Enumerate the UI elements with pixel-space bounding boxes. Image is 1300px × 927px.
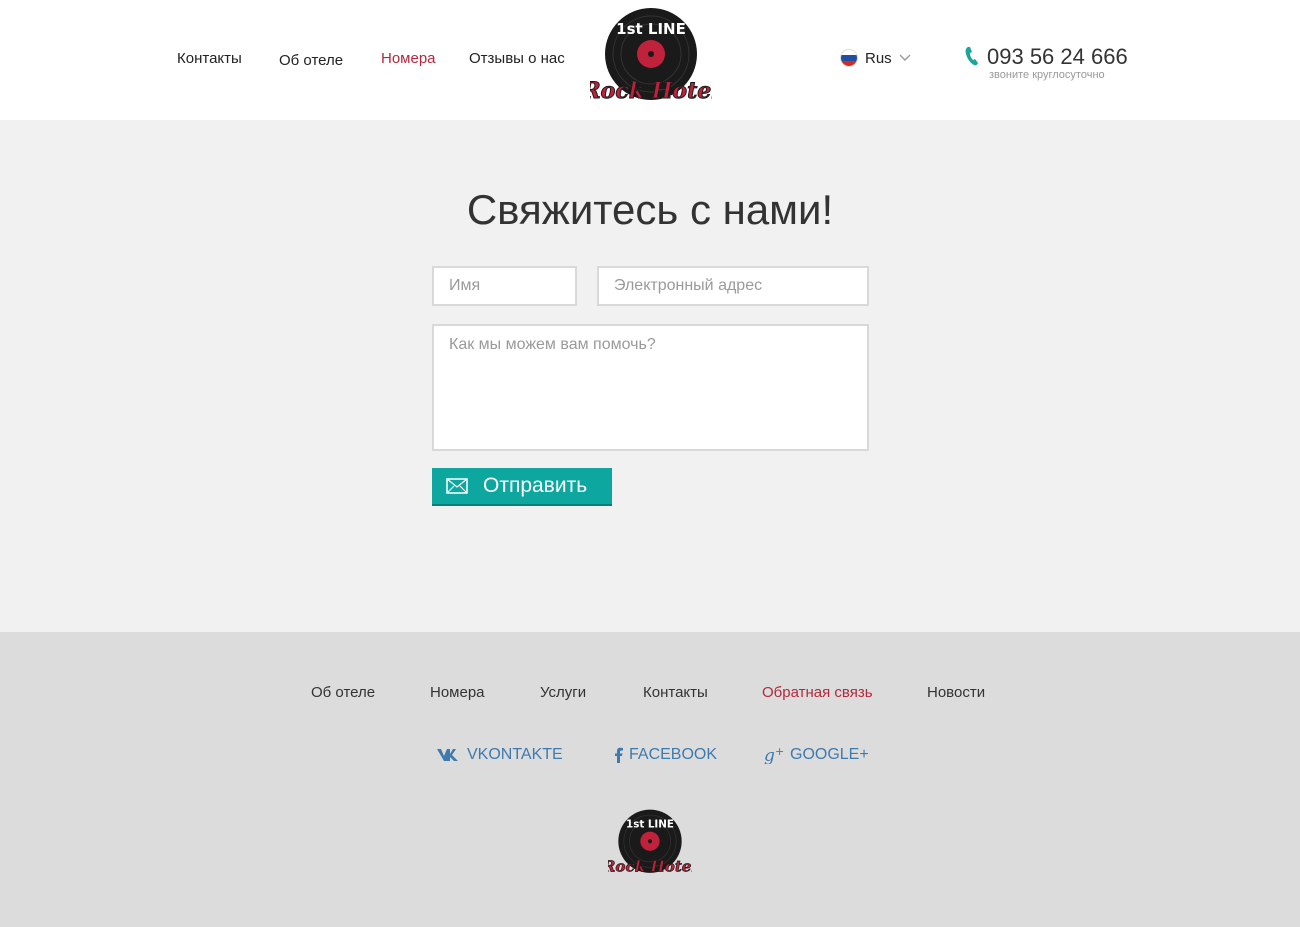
footer-logo-vinyl-icon: 1st LINE Rock Hotel [601, 809, 698, 876]
page-title: Свяжитесь с нами! [466, 186, 834, 233]
phone-icon [965, 47, 978, 66]
footer-logo-bottom-text: Rock Hotel [608, 858, 692, 876]
email-input[interactable] [597, 266, 869, 306]
footer-nav-contacts[interactable]: Контакты [643, 684, 708, 701]
social-vkontakte-label: VKONTAKTE [467, 746, 563, 763]
footer-logo-top-text: 1st LINE [626, 818, 674, 830]
logo-bottom-text: Rock Hotel [590, 78, 712, 104]
site-footer: Об отеле Номера Услуги Контакты Обратная… [0, 632, 1300, 927]
envelope-icon [446, 478, 468, 494]
svg-text:+: + [775, 746, 784, 758]
phone-number[interactable]: 093 56 24 666 [987, 44, 1128, 70]
nav-contacts[interactable]: Контакты [177, 50, 242, 67]
logo-top-text: 1st LINE [616, 20, 686, 38]
nav-about[interactable]: Об отеле [279, 52, 343, 69]
google-plus-icon: g + [764, 746, 784, 764]
social-googleplus-link[interactable]: g + GOOGLE+ [764, 746, 869, 764]
language-label: Rus [865, 49, 892, 67]
site-header: Контакты Об отеле Номера Отзывы о нас 1s… [0, 0, 1300, 120]
name-input[interactable] [432, 266, 577, 306]
footer-nav-services[interactable]: Услуги [540, 684, 586, 701]
submit-button[interactable]: Отправить [432, 468, 612, 506]
vk-icon [437, 749, 458, 761]
social-facebook-label: FACEBOOK [629, 746, 718, 763]
phone-note: звоните круглосуточно [989, 69, 1105, 81]
chevron-down-icon [899, 54, 911, 61]
footer-nav-about[interactable]: Об отеле [311, 684, 375, 701]
contact-section: Свяжитесь с нами! Отправить [0, 120, 1300, 632]
logo-vinyl-icon: 1st LINE Rock Hotel [581, 8, 720, 105]
social-googleplus-label: GOOGLE+ [790, 746, 869, 763]
language-switcher[interactable]: Rus [840, 49, 911, 67]
social-facebook-link[interactable]: FACEBOOK [614, 746, 717, 764]
footer-logo[interactable]: 1st LINE Rock Hotel [601, 808, 698, 880]
message-textarea[interactable] [432, 324, 869, 451]
social-vkontakte-link[interactable]: VKONTAKTE [436, 746, 563, 764]
svg-text:g: g [764, 746, 775, 764]
submit-label: Отправить [483, 474, 588, 497]
nav-reviews[interactable]: Отзывы о нас [469, 50, 565, 67]
footer-nav-rooms[interactable]: Номера [430, 684, 485, 701]
hotel-logo[interactable]: 1st LINE Rock Hotel [581, 6, 720, 110]
nav-rooms[interactable]: Номера [381, 50, 436, 67]
footer-nav-news[interactable]: Новости [927, 684, 985, 701]
facebook-icon [615, 747, 623, 763]
footer-nav-feedback[interactable]: Обратная связь [762, 684, 873, 701]
russian-flag-icon [840, 49, 858, 67]
